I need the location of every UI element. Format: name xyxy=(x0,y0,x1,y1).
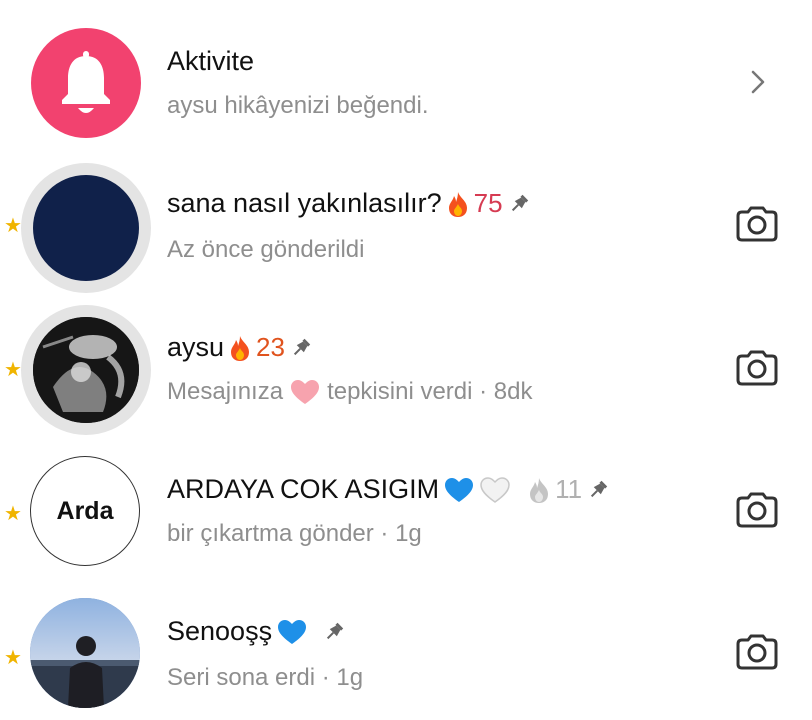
blue-heart-icon xyxy=(278,619,307,644)
avatar-photo xyxy=(30,598,140,708)
star-icon: ★ xyxy=(4,215,22,237)
activity-row[interactable]: Aktivite aysu hikâyenizi beğendi. xyxy=(0,0,812,144)
fire-icon xyxy=(231,335,250,361)
fire-icon xyxy=(530,477,549,503)
pin-icon[interactable] xyxy=(507,192,531,216)
chat-title: aysu 23 xyxy=(167,332,313,363)
chat-name: sana nasıl yakınlasılır? xyxy=(167,188,442,218)
chat-row[interactable]: ★ Arda ARDAYA COK ASIGIM 11 bir çıkartma… xyxy=(0,432,812,576)
chat-subtitle-after: tepkisini verdi · 8dk xyxy=(327,378,533,405)
fire-icon xyxy=(448,191,467,217)
activity-title-text: Aktivite xyxy=(167,46,255,76)
camera-icon[interactable] xyxy=(734,632,780,672)
chat-name: aysu xyxy=(167,332,225,362)
avatar-text: Arda xyxy=(56,496,114,525)
chat-subtitle-text: Seri sona erdi · 1g xyxy=(167,664,364,691)
chat-subtitle: bir çıkartma gönder · 1g xyxy=(167,520,422,548)
avatar[interactable] xyxy=(33,317,139,423)
camera-icon[interactable] xyxy=(734,490,780,530)
bell-icon xyxy=(62,51,110,113)
chat-title: sana nasıl yakınlasılır? 75 xyxy=(167,188,531,219)
avatar[interactable] xyxy=(33,175,139,281)
camera-icon[interactable] xyxy=(734,204,780,244)
chat-title: Senooşş xyxy=(167,616,346,647)
activity-subtitle: aysu hikâyenizi beğendi. xyxy=(167,92,429,120)
chat-row[interactable]: ★ aysu 23 Mesajınıza tepkisini verdi · 8… xyxy=(0,288,812,435)
chat-subtitle-before: Mesajınıza xyxy=(167,378,284,405)
streak-count: 75 xyxy=(473,188,503,218)
pin-icon[interactable] xyxy=(289,336,313,360)
blue-heart-icon xyxy=(445,477,474,502)
avatar[interactable] xyxy=(30,598,140,708)
streak-count: 11 xyxy=(555,474,583,504)
avatar[interactable]: Arda xyxy=(30,456,140,566)
chat-subtitle: Mesajınıza tepkisini verdi · 8dk xyxy=(167,378,532,406)
chat-subtitle-text: Az önce gönderildi xyxy=(167,236,365,263)
pin-icon[interactable] xyxy=(322,620,346,644)
chevron-right-icon[interactable] xyxy=(748,68,768,96)
chat-name: Senooşş xyxy=(167,616,273,646)
chat-subtitle: Seri sona erdi · 1g xyxy=(167,664,363,692)
activity-title: Aktivite xyxy=(167,46,254,77)
camera-icon[interactable] xyxy=(734,348,780,388)
chat-subtitle: Az önce gönderildi xyxy=(167,236,364,264)
chat-row[interactable]: ★ sana nasıl yakınlasılır? 75 Az önce gö… xyxy=(0,144,812,293)
pin-icon[interactable] xyxy=(586,478,610,502)
activity-subtitle-text: aysu hikâyenizi beğendi. xyxy=(167,92,429,119)
heart-icon xyxy=(291,380,320,404)
star-icon: ★ xyxy=(4,647,22,669)
star-icon: ★ xyxy=(4,359,22,381)
chat-subtitle-text: bir çıkartma gönder · 1g xyxy=(167,520,422,547)
star-icon: ★ xyxy=(4,503,22,525)
avatar-photo xyxy=(33,317,139,423)
white-heart-icon xyxy=(480,476,510,503)
chat-name: ARDAYA COK ASIGIM xyxy=(167,474,440,504)
streak-count: 23 xyxy=(256,332,285,362)
chat-row[interactable]: ★ Senooşş Seri sona erdi · 1g xyxy=(0,576,812,720)
activity-avatar xyxy=(31,28,141,138)
chat-title: ARDAYA COK ASIGIM 11 xyxy=(167,474,610,505)
